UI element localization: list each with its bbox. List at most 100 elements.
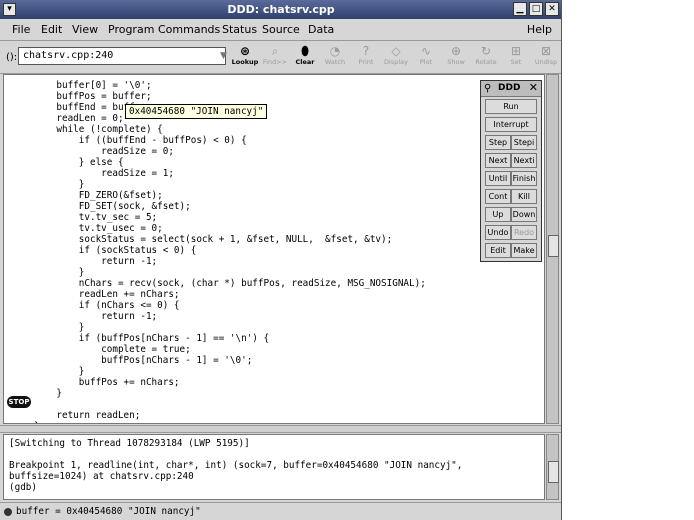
status-indicator-icon xyxy=(4,508,12,516)
source-scrollbar[interactable] xyxy=(546,74,559,424)
undo-button[interactable]: Undo xyxy=(485,225,511,240)
set-button[interactable]: ⊞ Set xyxy=(501,44,531,66)
console-line: Breakpoint 1, readline(int, char*, int) … xyxy=(9,460,463,471)
source-line: } xyxy=(34,366,85,377)
close-icon[interactable]: ✕ xyxy=(545,2,559,16)
breakpoint-stop-icon[interactable]: STOP xyxy=(7,396,31,408)
lookup-button[interactable]: ⊛ Lookup xyxy=(230,44,260,66)
source-line: return -1; xyxy=(34,256,158,267)
stepi-button[interactable]: Stepi xyxy=(511,135,537,150)
print-icon: ? xyxy=(362,44,370,58)
step-button[interactable]: Step xyxy=(485,135,511,150)
source-line: readLen += nChars; xyxy=(34,289,180,300)
source-line: if (nChars <= 0) { xyxy=(34,300,180,311)
lookup-icon: ⊛ xyxy=(239,44,251,58)
rotate-icon: ↻ xyxy=(480,44,492,58)
kill-button[interactable]: Kill xyxy=(511,189,537,204)
menu-help[interactable]: Help xyxy=(527,23,552,36)
down-button[interactable]: Down xyxy=(511,207,537,222)
redo-button[interactable]: Redo xyxy=(511,225,537,240)
source-line: } xyxy=(34,322,85,333)
set-icon: ⊞ xyxy=(510,44,522,58)
clear-icon: ⬮ xyxy=(301,44,309,58)
source-line: buffPos = buffer; xyxy=(34,91,152,102)
source-line: nChars = recv(sock, (char *) buffPos, re… xyxy=(34,278,426,289)
value-tooltip: 0x40454680 "JOIN nancyj" xyxy=(125,104,268,119)
source-line: readSize = 1; xyxy=(34,168,174,179)
source-line: complete = true; xyxy=(34,344,191,355)
source-line: while (!complete) { xyxy=(34,124,163,135)
source-line: readSize = 0; xyxy=(34,146,174,157)
command-tool: ⚲ DDD ✕ Run Interrupt Step Stepi Next Ne… xyxy=(480,80,542,262)
show-button[interactable]: ⊕ Show xyxy=(441,44,471,66)
run-button[interactable]: Run xyxy=(485,99,537,114)
console-line: (gdb) xyxy=(9,482,43,493)
menu-source[interactable]: Source xyxy=(262,23,300,36)
source-line: } xyxy=(34,421,40,423)
source-line: buffPos += nChars; xyxy=(34,377,180,388)
menu-program[interactable]: Program xyxy=(108,23,154,36)
maximize-icon[interactable]: □ xyxy=(529,2,543,16)
command-tool-title: DDD xyxy=(498,83,521,93)
menu-commands[interactable]: Commands xyxy=(158,23,220,36)
watch-button[interactable]: ◔ Watch xyxy=(320,44,350,66)
argument-dropdown-icon[interactable]: ▼ xyxy=(220,51,227,61)
clear-button[interactable]: ⬮ Clear xyxy=(290,44,320,66)
menu-data[interactable]: Data xyxy=(308,23,334,36)
ddd-window: ▾ DDD: chatsrv.cpp ▁ □ ✕ File Edit View … xyxy=(0,0,562,520)
command-tool-close-icon[interactable]: ✕ xyxy=(529,81,538,94)
up-button[interactable]: Up xyxy=(485,207,511,222)
display-button[interactable]: ◇ Display xyxy=(381,44,411,66)
finish-button[interactable]: Finish xyxy=(511,171,537,186)
source-line: tv.tv_usec = 0; xyxy=(34,223,163,234)
source-line: tv.tv_sec = 5; xyxy=(34,212,158,223)
status-text: buffer = 0x40454680 "JOIN nancyj" xyxy=(16,506,201,517)
undisp-button[interactable]: ⊠ Undisp xyxy=(531,44,561,66)
pane-divider[interactable] xyxy=(0,425,561,433)
console-line: [Switching to Thread 1078293184 (LWP 519… xyxy=(9,438,250,449)
print-button[interactable]: ? Print xyxy=(351,44,381,66)
console-scrollbar-thumb[interactable] xyxy=(548,461,559,483)
plot-icon: ∿ xyxy=(420,44,432,58)
edit-button[interactable]: Edit xyxy=(485,243,511,258)
show-icon: ⊕ xyxy=(450,44,462,58)
title-bar[interactable]: ▾ DDD: chatsrv.cpp ▁ □ ✕ xyxy=(0,0,561,19)
interrupt-button[interactable]: Interrupt xyxy=(485,117,537,132)
gdb-console[interactable]: [Switching to Thread 1078293184 (LWP 519… xyxy=(3,434,545,500)
source-line: sockStatus = select(sock + 1, &fset, NUL… xyxy=(34,234,393,245)
source-line: } xyxy=(34,267,85,278)
plot-button[interactable]: ∿ Plot xyxy=(411,44,441,66)
make-button[interactable]: Make xyxy=(511,243,537,258)
source-line: FD_ZERO(&fset); xyxy=(34,190,163,201)
until-button[interactable]: Until xyxy=(485,171,511,186)
minimize-icon[interactable]: ▁ xyxy=(513,2,527,16)
console-line: buffsize=1024) at chatsrv.cpp:240 xyxy=(9,471,194,482)
ddd-icon: ⚲ xyxy=(484,83,492,94)
menu-view[interactable]: View xyxy=(72,23,98,36)
source-line: if ((buffEnd - buffPos) < 0) { xyxy=(34,135,247,146)
source-line: readLen = 0; xyxy=(34,113,124,124)
source-line: buffPos[nChars - 1] = '\0'; xyxy=(34,355,253,366)
source-window[interactable]: } return readLen; } buffPos += nChars; }… xyxy=(3,74,545,424)
source-line: if (buffPos[nChars - 1] == '\n') { xyxy=(34,333,270,344)
undisp-icon: ⊠ xyxy=(540,44,552,58)
find-icon: ⌕ xyxy=(271,44,279,58)
next-button[interactable]: Next xyxy=(485,153,511,168)
find-button[interactable]: ⌕ Find>> xyxy=(260,44,290,66)
window-title: DDD: chatsrv.cpp xyxy=(227,3,335,16)
source-line: return readLen; xyxy=(34,410,141,421)
source-line: buffer[0] = '\0'; xyxy=(34,80,152,91)
cont-button[interactable]: Cont xyxy=(485,189,511,204)
menu-file[interactable]: File xyxy=(12,23,30,36)
rotate-button[interactable]: ↻ Rotate xyxy=(471,44,501,66)
nexti-button[interactable]: Nexti xyxy=(511,153,537,168)
menu-status[interactable]: Status xyxy=(222,23,257,36)
console-scrollbar[interactable] xyxy=(546,434,559,500)
menu-edit[interactable]: Edit xyxy=(41,23,62,36)
source-line: if (sockStatus < 0) { xyxy=(34,245,197,256)
display-icon: ◇ xyxy=(391,44,401,58)
command-tool-titlebar[interactable]: ⚲ DDD ✕ xyxy=(481,81,541,97)
argument-input[interactable]: chatsrv.cpp:240 xyxy=(18,47,226,65)
source-scrollbar-thumb[interactable] xyxy=(548,235,559,257)
source-line: } xyxy=(34,179,85,190)
